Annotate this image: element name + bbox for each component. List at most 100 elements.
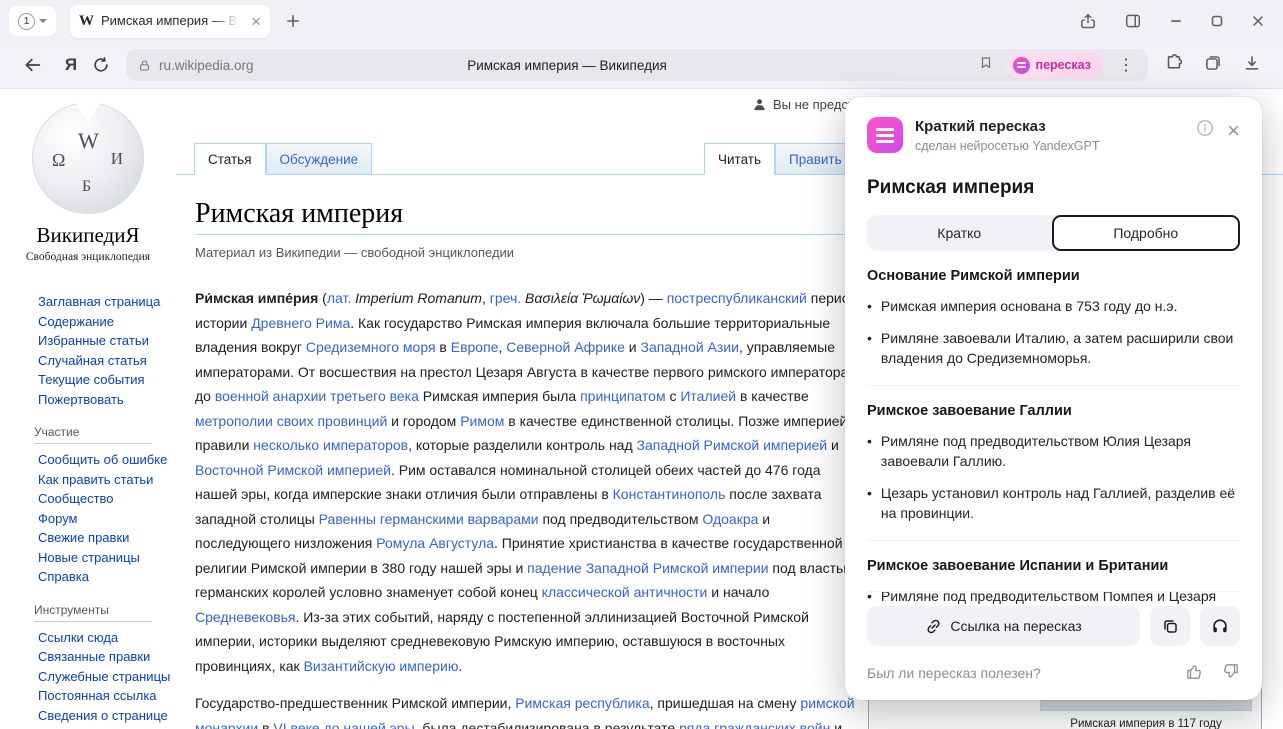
wiki-link[interactable]: Римская республика (515, 695, 649, 711)
minimize-button[interactable] (1169, 14, 1183, 28)
thumbs-up-button[interactable] (1185, 662, 1204, 684)
listen-button[interactable] (1200, 606, 1240, 646)
wiki-tab[interactable]: Статья (194, 143, 266, 175)
wiki-link[interactable]: Римом (460, 413, 504, 429)
summary-tab-inactive[interactable]: Кратко (867, 215, 1052, 251)
sidebar-link[interactable]: Справка (38, 567, 176, 587)
maximize-button[interactable] (1210, 14, 1224, 28)
close-window-button[interactable] (1251, 14, 1265, 28)
minimize-icon (1169, 14, 1183, 28)
summary-section-heading: Римское завоевание Галлии (867, 403, 1240, 419)
article-body: Ри́мская импе́рия (лат. Imperium Romanum… (195, 286, 863, 729)
sidebar-link[interactable]: Цитировать страницу (38, 725, 176, 729)
sidebar-link[interactable]: Как править статьи (38, 470, 176, 490)
close-panel-button[interactable]: × (1227, 120, 1240, 142)
article-bold-text: Ри́мская импе́рия (195, 290, 318, 306)
wiki-link[interactable]: метрополии своих провинций (195, 413, 387, 429)
copy-text-button[interactable] (1150, 606, 1190, 646)
wiki-link[interactable]: Италией (680, 388, 736, 404)
sidebar-link[interactable]: Избранные статьи (38, 331, 176, 351)
wiki-link[interactable]: Северной Африке (506, 339, 625, 355)
share-button[interactable] (1079, 12, 1097, 30)
wiki-tabs-left: СтатьяОбсуждение (194, 143, 372, 175)
sidebar-link[interactable]: Сообщество (38, 489, 176, 509)
wiki-tab[interactable]: Править (775, 143, 856, 175)
collections-button[interactable] (1204, 54, 1222, 77)
sidebar-icon (1124, 12, 1142, 30)
tab-counter-button[interactable]: 1 (9, 6, 56, 36)
tab-close-icon[interactable]: × (251, 13, 261, 30)
sidebar-link[interactable]: Случайная статья (38, 351, 176, 371)
sidebar-link[interactable]: Заглавная страница (38, 292, 176, 312)
sidebar-link[interactable]: Служебные страницы (38, 667, 176, 687)
article-text: , которые разделили контроль над (408, 437, 636, 453)
wiki-link[interactable]: VI веке до нашей эры (273, 720, 414, 729)
article-paragraph: Ри́мская импе́рия (лат. Imperium Romanum… (195, 286, 863, 678)
wiki-tab[interactable]: Обсуждение (266, 143, 373, 175)
extensions-button[interactable] (1164, 53, 1183, 77)
wiki-link[interactable]: греч. (490, 290, 521, 306)
article-text: и городом (387, 413, 460, 429)
address-bar-page-title: Римская империя — Википедия (126, 58, 1008, 73)
sidebar-link[interactable]: Форум (38, 509, 176, 529)
reload-button[interactable] (86, 56, 116, 74)
sidebar-link[interactable]: Текущие события (38, 370, 176, 390)
sidebar-link[interactable]: Пожертвовать (38, 390, 176, 410)
downloads-button[interactable] (1243, 54, 1261, 77)
download-icon (1243, 54, 1261, 72)
address-bar-menu-button[interactable]: ⋮ (1116, 55, 1136, 75)
info-icon (1196, 119, 1214, 137)
wikipedia-logo[interactable]: WΩИБ (32, 102, 144, 214)
wiki-link[interactable]: лат. (327, 290, 351, 306)
copy-link-button[interactable]: Ссылка на пересказ (867, 606, 1140, 646)
wiki-link[interactable]: Византийскую империю (304, 658, 459, 674)
copy-icon (1162, 618, 1179, 635)
sidebar-link[interactable]: Содержание (38, 312, 176, 332)
wiki-link[interactable]: Константинополь (613, 486, 726, 502)
wiki-link[interactable]: Равенны (319, 511, 376, 527)
wiki-link[interactable]: Западной Римской империей (637, 437, 828, 453)
logo-letter: W (78, 128, 99, 154)
wiki-link[interactable]: Средиземного моря (306, 339, 436, 355)
article-tagline: Материал из Википедии — свободной энцикл… (195, 245, 863, 260)
sidebar-group-header: Участие (34, 425, 152, 444)
sidebar-link[interactable]: Новые страницы (38, 548, 176, 568)
wiki-link[interactable]: Одоакра (702, 511, 758, 527)
wiki-link[interactable]: германскими варварами (380, 511, 539, 527)
wiki-link[interactable]: Древнего Рима (251, 315, 350, 331)
sidebar-link[interactable]: Ссылки сюда (38, 628, 176, 648)
back-button[interactable] (18, 55, 48, 75)
logo-letter: И (111, 149, 123, 169)
bookmark-button[interactable] (979, 55, 993, 75)
sidebar-toggle-button[interactable] (1124, 12, 1142, 30)
wiki-link[interactable]: Западной Азии (641, 339, 739, 355)
wiki-link[interactable]: принципатом (580, 388, 665, 404)
wiki-link[interactable]: Европе (451, 339, 499, 355)
sidebar-link[interactable]: Сообщить об ошибке (38, 450, 176, 470)
sidebar-groups: Участие Сообщить об ошибкеКак править ста… (0, 425, 176, 729)
wiki-link[interactable]: ряда гражданских войн (679, 720, 830, 729)
wiki-link[interactable]: Восточной Римской империей (195, 462, 391, 478)
wiki-link[interactable]: Ромула Августула (376, 535, 494, 551)
sidebar-link[interactable]: Свежие правки (38, 528, 176, 548)
wiki-link[interactable]: постреспубликанский (667, 290, 807, 306)
browser-tab[interactable]: W Римская империя — Википедия × (70, 5, 270, 38)
bullet-marker: • (867, 431, 872, 471)
sidebar-link[interactable]: Сведения о странице (38, 706, 176, 726)
address-bar[interactable]: ru.wikipedia.org Римская империя — Викип… (126, 49, 1148, 81)
summary-tab-active[interactable]: Подробно (1052, 215, 1241, 251)
wiki-link[interactable]: Средневековья (195, 609, 296, 625)
yandex-home-button[interactable]: Я (56, 55, 86, 75)
wiki-link[interactable]: несколько императоров (253, 437, 408, 453)
wiki-link[interactable]: падение Западной Римской империи (527, 560, 768, 576)
wiki-link[interactable]: классической античности (542, 584, 708, 600)
new-tab-button[interactable] (285, 13, 301, 29)
thumbs-down-button[interactable] (1221, 662, 1240, 684)
pereskaz-button[interactable]: пересказ (1006, 52, 1103, 78)
wiki-tab[interactable]: Читать (704, 143, 775, 175)
sidebar-link[interactable]: Связанные правки (38, 647, 176, 667)
wiki-link[interactable]: военной анархии третьего века (215, 388, 419, 404)
tab-count-badge: 1 (18, 13, 35, 30)
info-button[interactable] (1196, 119, 1214, 142)
sidebar-link[interactable]: Постоянная ссылка (38, 686, 176, 706)
